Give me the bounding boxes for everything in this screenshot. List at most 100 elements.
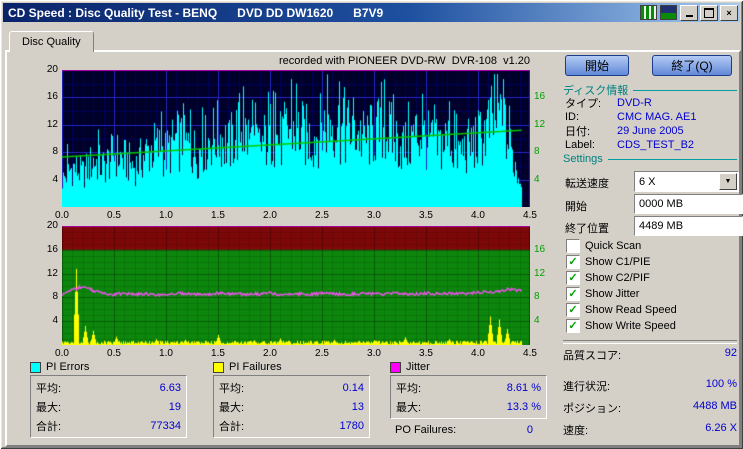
legend-swatch-pi-failures <box>213 361 224 373</box>
progress-row: 進行状況: 100 % <box>563 378 737 394</box>
start-position-label: 開始 <box>565 201 587 213</box>
x-axis-tick: 3.5 <box>419 348 433 359</box>
x-axis-tick: 3.5 <box>419 210 433 221</box>
stat-panel-pi-errors: PI Errors 平均: 6.63 最大: 19 合計: 77334 <box>30 361 187 438</box>
stat-title: PI Errors <box>30 361 187 373</box>
stat-row: 平均: 8.61 % <box>396 381 541 395</box>
stat-panel-pi-failures: PI Failures 平均: 0.14 最大: 13 合計: 1780 <box>213 361 370 438</box>
x-axis-tick: 3.0 <box>367 348 381 359</box>
y-axis-tick: 8 <box>52 146 58 158</box>
maximize-button[interactable] <box>700 4 718 21</box>
disc-info-row: Label: CDS_TEST_B2 <box>565 139 695 151</box>
titlebar-controls: × <box>640 4 740 21</box>
divider <box>633 89 737 91</box>
checkbox-box[interactable]: ✓ <box>566 319 580 333</box>
checkbox-show-write-speed[interactable]: ✓ Show Write Speed <box>566 318 736 334</box>
y-axis-tick: 8 <box>52 291 58 303</box>
x-axis-tick: 2.0 <box>263 210 277 221</box>
y-axis-tick-right: 12 <box>534 118 546 130</box>
position-row: ポジション: 4488 MB <box>563 400 737 416</box>
y-axis-tick: 20 <box>46 220 58 231</box>
maximize-icon <box>704 7 714 18</box>
y-axis-tick: 4 <box>52 173 58 185</box>
y-axis-tick: 16 <box>46 243 58 255</box>
app-window: CD Speed : Disc Quality Test - BENQ DVD … <box>0 0 743 449</box>
progress-value: 100 % <box>705 378 737 390</box>
checkbox-box[interactable] <box>566 239 580 253</box>
quality-score-row: 品質スコア: 92 <box>563 347 737 363</box>
stat-panel-jitter: Jitter 平均: 8.61 % 最大: 13.3 % PO Failures: 0 <box>390 361 547 436</box>
recorded-with-label: recorded with PIONEER DVD-RW DVR-108 v1.… <box>278 55 530 67</box>
x-axis-tick: 0.5 <box>107 348 121 359</box>
checkbox-box[interactable]: ✓ <box>566 271 580 285</box>
y-axis-tick: 4 <box>52 315 58 327</box>
divider <box>607 158 737 160</box>
checkbox-show-jitter[interactable]: ✓ Show Jitter <box>566 286 736 302</box>
close-button[interactable]: × <box>720 4 738 21</box>
stat-row: 最大: 13.3 % <box>396 400 541 414</box>
stat-title-label: PI Failures <box>229 361 282 373</box>
x-axis-tick: 2.0 <box>263 348 277 359</box>
close-icon: × <box>726 7 732 18</box>
tab-label: Disc Quality <box>22 36 81 48</box>
legend-swatch-pi-errors <box>30 361 41 373</box>
position-label: ポジション: <box>563 403 622 415</box>
checkbox-show-read-speed[interactable]: ✓ Show Read Speed <box>566 302 736 318</box>
stat-title-label: Jitter <box>406 361 430 373</box>
start-button[interactable]: 開始 <box>565 55 629 76</box>
window-title: CD Speed : Disc Quality Test - BENQ DVD … <box>8 5 384 20</box>
x-axis-tick: 0.0 <box>55 348 69 359</box>
x-axis-tick: 4.5 <box>523 348 537 359</box>
chart-icon[interactable] <box>640 5 657 20</box>
x-axis-tick: 2.5 <box>315 210 329 221</box>
x-axis-tick: 1.5 <box>211 348 225 359</box>
legend-swatch-jitter <box>390 361 401 373</box>
y-axis-tick: 12 <box>46 118 58 130</box>
y-axis-tick-right: 16 <box>534 91 546 103</box>
x-axis-tick: 4.0 <box>471 348 485 359</box>
y-axis-tick-right: 4 <box>534 173 540 185</box>
x-axis-tick: 0.5 <box>107 210 121 221</box>
checkbox-box[interactable]: ✓ <box>566 255 580 269</box>
titlebar[interactable]: CD Speed : Disc Quality Test - BENQ DVD … <box>3 3 740 22</box>
checkbox-list: Quick Scan ✓ Show C1/PIE ✓ Show C2/PIF ✓ Show … <box>566 238 736 334</box>
y-axis-tick-right: 16 <box>534 243 546 255</box>
stat-row: 平均: 0.14 <box>219 381 364 395</box>
checkbox-box[interactable]: ✓ <box>566 303 580 317</box>
minimize-button[interactable] <box>680 4 698 21</box>
stat-row: 合計: 1780 <box>219 419 364 433</box>
y-axis-tick: 12 <box>46 267 58 279</box>
disc-info-row: タイプ: DVD-R <box>565 97 652 110</box>
checkbox-show-c2-pif[interactable]: ✓ Show C2/PIF <box>566 270 736 286</box>
x-axis-tick: 1.0 <box>159 348 173 359</box>
speed-row-label: 速度: <box>563 425 589 437</box>
stat-title-label: PI Errors <box>46 361 90 373</box>
speed-select[interactable]: 6 X ▼ <box>634 171 739 192</box>
checkbox-box[interactable]: ✓ <box>566 287 580 301</box>
x-axis-tick: 3.0 <box>367 210 381 221</box>
end-position-input[interactable]: 4489 MB <box>634 216 743 236</box>
po-failures-row: PO Failures: 0 <box>395 424 533 436</box>
pi-errors-chart <box>62 70 530 207</box>
x-axis-tick: 4.0 <box>471 210 485 221</box>
disc-info-row: ID: CMC MAG. AE1 <box>565 111 697 123</box>
speed-row: 速度: 6.26 X <box>563 422 737 438</box>
stat-row: 最大: 13 <box>219 400 364 414</box>
tab-disc-quality[interactable]: Disc Quality <box>9 31 94 52</box>
chevron-down-icon[interactable]: ▼ <box>719 173 737 190</box>
speed-row-value: 6.26 X <box>705 422 737 434</box>
speed-label: 転送速度 <box>565 178 609 190</box>
stat-title: PI Failures <box>213 361 370 373</box>
speed-select-value: 6 X <box>639 175 656 188</box>
start-position-input[interactable]: 0000 MB <box>634 194 743 214</box>
checkbox-quick-scan[interactable]: Quick Scan <box>566 238 736 254</box>
checkbox-show-c1-pie[interactable]: ✓ Show C1/PIE <box>566 254 736 270</box>
quality-score-value: 92 <box>724 347 737 359</box>
position-value: 4488 MB <box>692 400 737 412</box>
disk-icon[interactable] <box>660 5 677 20</box>
x-axis-tick: 2.5 <box>315 348 329 359</box>
progress-label: 進行状況: <box>563 381 611 393</box>
x-axis-tick: 4.5 <box>523 210 537 221</box>
exit-button[interactable]: 終了(Q) <box>652 55 732 76</box>
x-axis-tick: 1.5 <box>211 210 225 221</box>
